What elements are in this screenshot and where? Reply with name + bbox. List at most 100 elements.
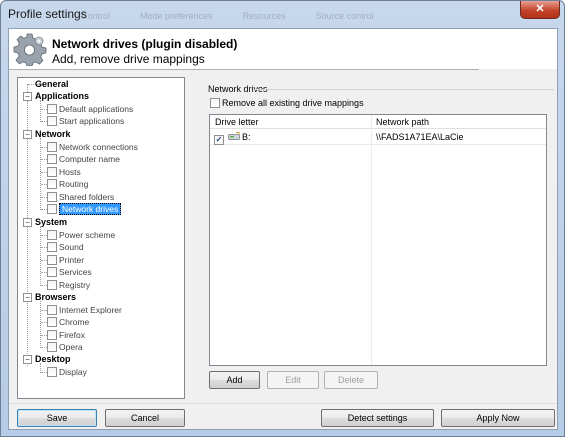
tree-item-firefox[interactable]: Firefox xyxy=(47,329,85,341)
tree-item-network-drives[interactable]: Network drives xyxy=(47,203,122,215)
tree-category-label: Browsers xyxy=(35,292,77,302)
tree-item-display[interactable]: Display xyxy=(47,366,87,378)
tree-item-checkbox[interactable] xyxy=(47,317,57,327)
tree-item-computer-name[interactable]: Computer name xyxy=(47,153,120,165)
column-header-drive-letter[interactable]: Drive letter xyxy=(215,117,259,127)
cancel-button[interactable]: Cancel xyxy=(105,409,185,427)
remove-all-mappings-option[interactable]: Remove all existing drive mappings xyxy=(210,98,364,108)
tree-item-checkbox[interactable] xyxy=(47,154,57,164)
tree-item-checkbox[interactable] xyxy=(47,192,57,202)
background-tab: Resources xyxy=(242,11,286,21)
tree-item-label: Network connections xyxy=(59,142,138,152)
tree-item-printer[interactable]: Printer xyxy=(47,254,84,266)
tree-item-checkbox[interactable] xyxy=(47,104,57,114)
tree-item-power-scheme[interactable]: Power scheme xyxy=(47,229,115,241)
tree-item-network-connections[interactable]: Network connections xyxy=(47,141,138,153)
remove-all-mappings-checkbox[interactable] xyxy=(210,98,220,108)
tree-item-checkbox[interactable] xyxy=(47,204,57,214)
tree-item-opera[interactable]: Opera xyxy=(47,341,83,353)
tree-item-checkbox[interactable] xyxy=(47,230,57,240)
tree-connector xyxy=(40,100,41,122)
close-button[interactable]: ✕ xyxy=(520,1,560,19)
tree-item-default-applications[interactable]: Default applications xyxy=(47,103,133,115)
collapse-toggle[interactable]: − xyxy=(23,130,32,139)
collapse-toggle[interactable]: − xyxy=(23,92,32,101)
collapse-toggle[interactable]: − xyxy=(23,355,32,364)
tree-category-desktop[interactable]: Desktop xyxy=(35,353,71,365)
detect-settings-button[interactable]: Detect settings xyxy=(321,409,434,427)
collapse-toggle[interactable]: − xyxy=(23,293,32,302)
background-tab: Mode preferences xyxy=(140,11,213,21)
tree-item-hosts[interactable]: Hosts xyxy=(47,166,81,178)
table-header: Drive letter Network path xyxy=(210,115,546,129)
background-tabs: Control Mode preferences Resources Sourc… xyxy=(81,11,374,21)
tree-item-checkbox[interactable] xyxy=(47,179,57,189)
tree-item-label: Sound xyxy=(59,242,84,252)
footer-divider xyxy=(9,403,557,404)
tree-category-network[interactable]: Network xyxy=(35,128,71,140)
tree-item-label: Network drives xyxy=(59,203,122,215)
page-title: Network drives (plugin disabled) xyxy=(52,37,238,51)
delete-button[interactable]: Delete xyxy=(324,371,378,389)
tree-item-label: Opera xyxy=(59,342,83,352)
tree-item-chrome[interactable]: Chrome xyxy=(47,316,89,328)
tree-item-internet-explorer[interactable]: Internet Explorer xyxy=(47,304,122,316)
tree-item-label: Start applications xyxy=(59,116,125,126)
tree-item-checkbox[interactable] xyxy=(47,330,57,340)
tree-item-label: Internet Explorer xyxy=(59,305,122,315)
tree-category-system[interactable]: System xyxy=(35,216,67,228)
tree-item-shared-folders[interactable]: Shared folders xyxy=(47,191,114,203)
tree-item-label: Printer xyxy=(59,255,85,265)
apply-now-button[interactable]: Apply Now xyxy=(441,409,555,427)
tree-item-registry[interactable]: Registry xyxy=(47,279,90,291)
tree-item-checkbox[interactable] xyxy=(47,255,57,265)
tree-item-sound[interactable]: Sound xyxy=(47,241,84,253)
drive-letter: B: xyxy=(242,132,251,142)
tree-item-label: Routing xyxy=(59,179,89,189)
add-button[interactable]: Add xyxy=(209,371,260,389)
row-checkbox[interactable]: ✓ xyxy=(214,135,224,145)
tree-category-label: Network xyxy=(35,129,71,139)
collapse-toggle[interactable]: − xyxy=(23,218,32,227)
drive-cell: ✓ B: xyxy=(214,132,251,145)
edit-button[interactable]: Edit xyxy=(267,371,319,389)
tree-connector xyxy=(40,138,41,210)
tree-item-checkbox[interactable] xyxy=(47,367,57,377)
page-subtitle: Add, remove drive mappings xyxy=(52,52,205,66)
column-header-network-path[interactable]: Network path xyxy=(376,117,429,127)
settings-tree[interactable]: General − Applications Default applicati… xyxy=(17,77,185,399)
tree-item-start-applications[interactable]: Start applications xyxy=(47,115,124,127)
tree-item-checkbox[interactable] xyxy=(47,280,57,290)
tree-item-label: Chrome xyxy=(59,317,90,327)
tree-item-checkbox[interactable] xyxy=(47,305,57,315)
tree-category-label: General xyxy=(35,79,69,89)
tree-category-label: Applications xyxy=(35,91,90,101)
drive-mappings-table[interactable]: Drive letter Network path ✓ B: \\FADS1A71… xyxy=(209,114,547,366)
profile-settings-window: Profile settings Control Mode preference… xyxy=(0,0,565,437)
table-row[interactable]: ✓ B: \\FADS1A71EA\LaCie xyxy=(210,130,546,145)
network-path: \\FADS1A71EA\LaCie xyxy=(376,132,464,142)
dialog-client-area: Network drives (plugin disabled) Add, re… xyxy=(8,28,558,430)
tree-item-routing[interactable]: Routing xyxy=(47,178,88,190)
tree-item-services[interactable]: Services xyxy=(47,266,92,278)
tree-item-label: Registry xyxy=(59,280,91,290)
tree-item-checkbox[interactable] xyxy=(47,342,57,352)
network-drive-icon xyxy=(228,132,240,140)
tree-item-checkbox[interactable] xyxy=(47,242,57,252)
close-icon: ✕ xyxy=(535,3,545,15)
tree-item-checkbox[interactable] xyxy=(47,267,57,277)
tree-item-label: Default applications xyxy=(59,104,134,114)
remove-all-mappings-label: Remove all existing drive mappings xyxy=(222,98,364,108)
tree-item-checkbox[interactable] xyxy=(47,142,57,152)
tree-connector xyxy=(40,301,41,348)
title-bar[interactable]: Profile settings Control Mode preference… xyxy=(1,1,564,27)
tree-item-checkbox[interactable] xyxy=(47,167,57,177)
save-button[interactable]: Save xyxy=(17,409,97,427)
tree-item-label: Firefox xyxy=(59,330,85,340)
tree-item-label: Computer name xyxy=(59,154,120,164)
tree-category-general[interactable]: General xyxy=(35,78,69,90)
tree-category-browsers[interactable]: Browsers xyxy=(35,291,76,303)
tree-category-label: System xyxy=(35,217,68,227)
tree-item-checkbox[interactable] xyxy=(47,116,57,126)
tree-category-applications[interactable]: Applications xyxy=(35,90,89,102)
